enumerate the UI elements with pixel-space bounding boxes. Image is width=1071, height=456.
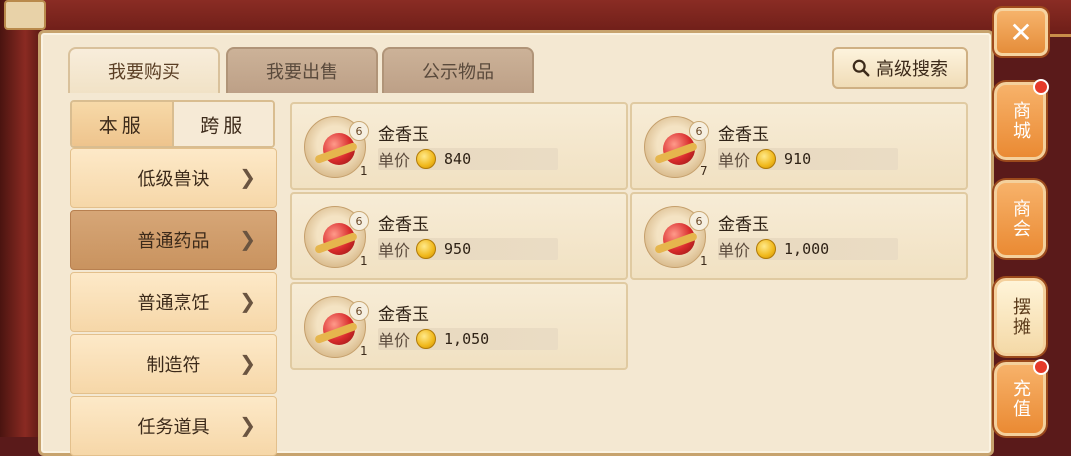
chevron-right-icon: ❯ (239, 413, 256, 437)
price-row: 单价 1,050 (378, 328, 558, 350)
chevron-right-icon: ❯ (239, 351, 256, 375)
item-icon: 6 (304, 116, 369, 178)
item-name: 金香玉 (378, 305, 429, 325)
server-toggle: 本服 跨服 (70, 100, 275, 148)
price-row: 单价 840 (378, 148, 558, 170)
advanced-search-button[interactable]: 高级搜索 (832, 47, 968, 89)
item-card[interactable]: 6 1 金香玉 单价 950 (290, 192, 628, 280)
price-label: 单价 (378, 331, 411, 350)
item-quantity: 1 (700, 254, 708, 268)
server-cross-tab[interactable]: 跨服 (173, 102, 273, 146)
category-label: 低级兽诀 (137, 169, 210, 190)
price-value: 1,050 (444, 330, 490, 348)
price-value: 910 (784, 150, 812, 168)
category-label: 普通药品 (137, 231, 210, 252)
item-name: 金香玉 (378, 215, 429, 235)
price-value: 1,000 (784, 240, 830, 258)
item-icon: 6 (304, 296, 369, 358)
category-label: 制造符 (146, 355, 201, 376)
coin-icon (416, 239, 437, 259)
level-badge: 6 (349, 121, 369, 141)
side-nav-stall[interactable]: 摆摊 (994, 278, 1046, 356)
server-local-tab[interactable]: 本服 (72, 102, 174, 146)
coin-icon (416, 329, 437, 349)
chevron-right-icon: ❯ (239, 165, 256, 189)
category-item[interactable]: 任务道具 ❯ (70, 396, 277, 456)
item-quantity: 1 (360, 344, 368, 358)
price-label: 单价 (718, 241, 751, 260)
item-card[interactable]: 6 1 金香玉 单价 1,000 (630, 192, 968, 280)
price-label: 单价 (718, 151, 751, 170)
side-nav-guild[interactable]: 商会 (994, 180, 1046, 258)
tab-sell[interactable]: 我要出售 (226, 47, 378, 93)
price-row: 单价 950 (378, 238, 558, 260)
category-label: 普通烹饪 (137, 293, 210, 314)
window-pillar-left (0, 0, 46, 437)
search-icon (852, 59, 870, 77)
category-item[interactable]: 制造符 ❯ (70, 334, 277, 394)
tab-label: 我要出售 (266, 62, 338, 83)
side-nav-label: 商会 (1010, 199, 1031, 239)
item-icon: 6 (304, 206, 369, 268)
seg-label: 本服 (98, 114, 145, 137)
coin-icon (416, 149, 437, 169)
item-card[interactable]: 6 1 金香玉 单价 840 (290, 102, 628, 190)
tab-label: 我要购买 (108, 62, 180, 83)
category-item[interactable]: 普通药品 ❯ (70, 210, 277, 270)
coin-icon (756, 239, 777, 259)
chevron-right-icon: ❯ (239, 227, 256, 251)
side-nav-label: 摆摊 (1010, 297, 1031, 337)
side-nav-label: 商城 (1010, 101, 1031, 141)
price-row: 单价 1,000 (718, 238, 898, 260)
item-name: 金香玉 (378, 125, 429, 145)
level-badge: 6 (689, 211, 709, 231)
price-label: 单价 (378, 241, 411, 260)
level-badge: 6 (349, 211, 369, 231)
side-nav-label: 充值 (1010, 379, 1031, 419)
item-icon: 6 (644, 206, 709, 268)
item-name: 金香玉 (718, 125, 769, 145)
price-value: 950 (444, 240, 472, 258)
close-icon: ✕ (1009, 15, 1033, 49)
item-icon: 6 (644, 116, 709, 178)
item-quantity: 1 (360, 164, 368, 178)
category-item[interactable]: 普通烹饪 ❯ (70, 272, 277, 332)
tab-label: 公示物品 (422, 62, 494, 83)
advanced-search-label: 高级搜索 (876, 59, 948, 80)
seg-label: 跨服 (200, 114, 247, 137)
chevron-right-icon: ❯ (239, 289, 256, 313)
item-quantity: 1 (360, 254, 368, 268)
price-row: 单价 910 (718, 148, 898, 170)
tab-public[interactable]: 公示物品 (382, 47, 534, 93)
tab-buy[interactable]: 我要购买 (68, 47, 220, 93)
side-nav-recharge[interactable]: 充值 (994, 359, 1049, 436)
price-label: 单价 (378, 151, 411, 170)
item-quantity: 7 (700, 164, 708, 178)
item-card[interactable]: 6 7 金香玉 单价 910 (630, 102, 968, 190)
level-badge: 6 (349, 301, 369, 321)
item-card[interactable]: 6 1 金香玉 单价 1,050 (290, 282, 628, 370)
category-label: 任务道具 (137, 417, 210, 438)
level-badge: 6 (689, 121, 709, 141)
item-name: 金香玉 (718, 215, 769, 235)
close-button[interactable]: ✕ (994, 8, 1048, 56)
notification-dot (1033, 359, 1049, 375)
side-nav-mall[interactable]: 商城 (994, 79, 1049, 160)
coin-icon (756, 149, 777, 169)
category-item[interactable]: 低级兽诀 ❯ (70, 148, 277, 208)
notification-dot (1033, 79, 1049, 95)
price-value: 840 (444, 150, 472, 168)
